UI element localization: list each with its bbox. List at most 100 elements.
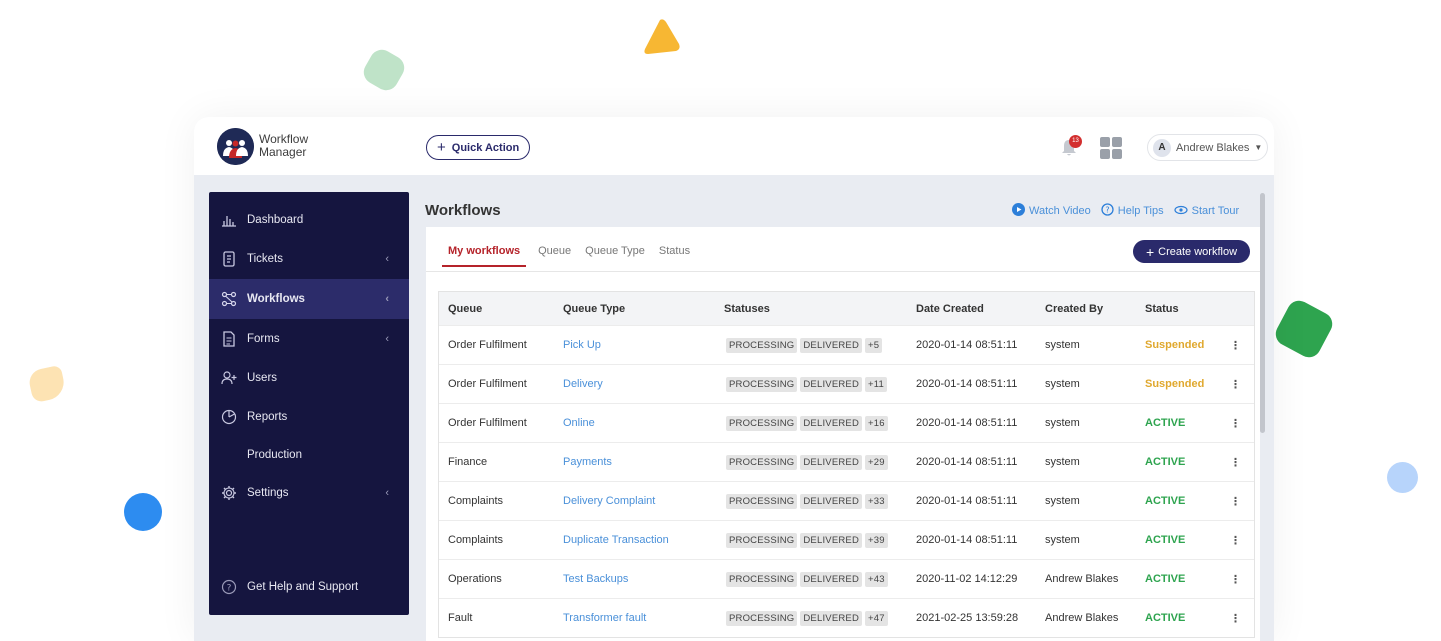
column-header-statuses[interactable]: Statuses bbox=[724, 303, 770, 315]
status-badge: Suspended bbox=[1145, 339, 1205, 351]
cell-queue-type-link[interactable]: Delivery Complaint bbox=[563, 495, 655, 507]
table-row[interactable]: Order Fulfilment Pick Up PROCESSING DELIVER… bbox=[439, 325, 1254, 364]
status-tag: PROCESSING bbox=[726, 454, 798, 470]
column-header-date-created[interactable]: Date Created bbox=[916, 303, 984, 315]
logo-text: Workflow Manager bbox=[259, 133, 308, 159]
cell-queue: Fault bbox=[448, 612, 473, 624]
tour-icon bbox=[1174, 204, 1188, 219]
kebab-menu-icon[interactable]: ⋮ bbox=[1230, 417, 1241, 430]
kebab-menu-icon[interactable]: ⋮ bbox=[1230, 612, 1241, 625]
plus-icon: + bbox=[437, 139, 446, 156]
sidebar-item-production[interactable]: Production bbox=[209, 436, 409, 474]
tab-my-workflows[interactable]: My workflows bbox=[442, 239, 527, 267]
status-tag: DELIVERED bbox=[800, 571, 863, 587]
kebab-menu-icon[interactable]: ⋮ bbox=[1230, 495, 1241, 508]
tab-status[interactable]: Status bbox=[657, 239, 692, 267]
table-row[interactable]: Complaints Duplicate Transaction PROCESSIN… bbox=[439, 520, 1254, 559]
caret-down-icon: ▼ bbox=[1254, 143, 1263, 152]
user-name: Andrew Blakes bbox=[1176, 141, 1250, 154]
decorative-shape bbox=[1271, 296, 1337, 362]
user-menu[interactable]: A Andrew Blakes ▼ bbox=[1147, 134, 1268, 161]
status-badge: ACTIVE bbox=[1145, 534, 1186, 546]
cell-queue: Complaints bbox=[448, 534, 504, 546]
more-statuses-tag[interactable]: +29 bbox=[865, 454, 888, 470]
more-statuses-tag[interactable]: +43 bbox=[865, 571, 888, 587]
tab-queue-type[interactable]: Queue Type bbox=[583, 239, 647, 267]
sidebar-item-workflows[interactable]: Workflows ‹ bbox=[209, 279, 409, 319]
ticket-icon bbox=[221, 251, 237, 267]
scrollbar[interactable] bbox=[1260, 193, 1265, 433]
sidebar-item-label: Workflows bbox=[247, 293, 305, 305]
table-row[interactable]: Complaints Delivery Complaint PROCESSING DE… bbox=[439, 481, 1254, 520]
sidebar-item-label: Settings bbox=[247, 487, 289, 499]
status-tag: DELIVERED bbox=[800, 337, 863, 353]
cell-queue-type-link[interactable]: Delivery bbox=[563, 378, 603, 390]
column-header-queue-type[interactable]: Queue Type bbox=[563, 303, 625, 315]
sidebar-item-settings[interactable]: Settings ‹ bbox=[209, 474, 409, 512]
more-statuses-tag[interactable]: +47 bbox=[865, 610, 888, 626]
decorative-shape bbox=[1387, 462, 1418, 493]
quick-action-button[interactable]: + Quick Action bbox=[426, 135, 531, 160]
more-statuses-tag[interactable]: +39 bbox=[865, 532, 888, 548]
more-statuses-tag[interactable]: +16 bbox=[865, 415, 888, 431]
watch-video-link[interactable]: Watch Video bbox=[1012, 203, 1091, 219]
table-row[interactable]: Order Fulfilment Delivery PROCESSING DELIVE… bbox=[439, 364, 1254, 403]
chevron-left-icon: ‹ bbox=[385, 333, 389, 345]
bar-chart-icon bbox=[221, 212, 237, 228]
sidebar-item-label: Tickets bbox=[247, 253, 283, 265]
status-badge: ACTIVE bbox=[1145, 417, 1186, 429]
kebab-menu-icon[interactable]: ⋮ bbox=[1230, 339, 1241, 352]
status-badge: ACTIVE bbox=[1145, 456, 1186, 468]
sidebar-item-users[interactable]: Users bbox=[209, 359, 409, 397]
page-title: Workflows bbox=[425, 202, 501, 219]
apps-grid-icon[interactable] bbox=[1100, 137, 1122, 159]
table-row[interactable]: Operations Test Backups PROCESSING DELIVERE… bbox=[439, 559, 1254, 598]
more-statuses-tag[interactable]: +11 bbox=[865, 376, 888, 392]
cell-queue-type-link[interactable]: Duplicate Transaction bbox=[563, 534, 669, 546]
workflow-icon bbox=[221, 291, 237, 307]
create-workflow-button[interactable]: + Create workflow bbox=[1133, 240, 1250, 263]
cell-queue-type-link[interactable]: Pick Up bbox=[563, 339, 601, 351]
more-statuses-tag[interactable]: +5 bbox=[865, 337, 883, 353]
plus-icon: + bbox=[1145, 243, 1155, 260]
table-row[interactable]: Fault Transformer fault PROCESSING DELIVERE… bbox=[439, 598, 1254, 637]
tab-queue[interactable]: Queue bbox=[536, 239, 573, 267]
column-header-queue[interactable]: Queue bbox=[448, 303, 482, 315]
sidebar: Dashboard Tickets ‹ Workflows ‹ Forms ‹ bbox=[209, 192, 409, 615]
kebab-menu-icon[interactable]: ⋮ bbox=[1230, 573, 1241, 586]
table-row[interactable]: Finance Payments PROCESSING DELIVERED +29 202… bbox=[439, 442, 1254, 481]
cell-queue-type-link[interactable]: Transformer fault bbox=[563, 612, 646, 624]
logo-icon bbox=[217, 128, 254, 165]
sidebar-item-label: Dashboard bbox=[247, 214, 304, 226]
table-row[interactable]: Order Fulfilment Online PROCESSING DELIVERE… bbox=[439, 403, 1254, 442]
cell-created-by: system bbox=[1045, 417, 1080, 429]
status-tag: PROCESSING bbox=[726, 493, 798, 509]
sidebar-item-dashboard[interactable]: Dashboard bbox=[209, 201, 409, 239]
more-statuses-tag[interactable]: +33 bbox=[865, 493, 888, 509]
cell-queue-type-link[interactable]: Payments bbox=[563, 456, 612, 468]
sidebar-item-tickets[interactable]: Tickets ‹ bbox=[209, 240, 409, 278]
cell-queue: Operations bbox=[448, 573, 502, 585]
cell-created-by: system bbox=[1045, 534, 1080, 546]
kebab-menu-icon[interactable]: ⋮ bbox=[1230, 534, 1241, 547]
column-header-status[interactable]: Status bbox=[1145, 303, 1179, 315]
column-header-created-by[interactable]: Created By bbox=[1045, 303, 1103, 315]
kebab-menu-icon[interactable]: ⋮ bbox=[1230, 378, 1241, 391]
notification-badge: 13 bbox=[1069, 135, 1082, 148]
kebab-menu-icon[interactable]: ⋮ bbox=[1230, 456, 1241, 469]
status-tag: DELIVERED bbox=[800, 415, 863, 431]
create-workflow-label: Create workflow bbox=[1158, 245, 1238, 258]
chevron-left-icon: ‹ bbox=[385, 253, 389, 265]
status-badge: ACTIVE bbox=[1145, 573, 1186, 585]
start-tour-link[interactable]: Start Tour bbox=[1174, 203, 1239, 219]
sidebar-item-forms[interactable]: Forms ‹ bbox=[209, 320, 409, 358]
logo-line-2: Manager bbox=[259, 145, 307, 159]
cell-queue-type-link[interactable]: Online bbox=[563, 417, 595, 429]
cell-created-by: system bbox=[1045, 495, 1080, 507]
cell-queue-type-link[interactable]: Test Backups bbox=[563, 573, 628, 585]
workflows-card: My workflows Queue Queue Type Status + C… bbox=[426, 227, 1260, 641]
sidebar-item-help[interactable]: ? Get Help and Support bbox=[209, 568, 409, 606]
sidebar-item-reports[interactable]: Reports bbox=[209, 398, 409, 436]
svg-text:?: ? bbox=[227, 584, 232, 594]
help-tips-link[interactable]: ? Help Tips bbox=[1101, 203, 1164, 219]
